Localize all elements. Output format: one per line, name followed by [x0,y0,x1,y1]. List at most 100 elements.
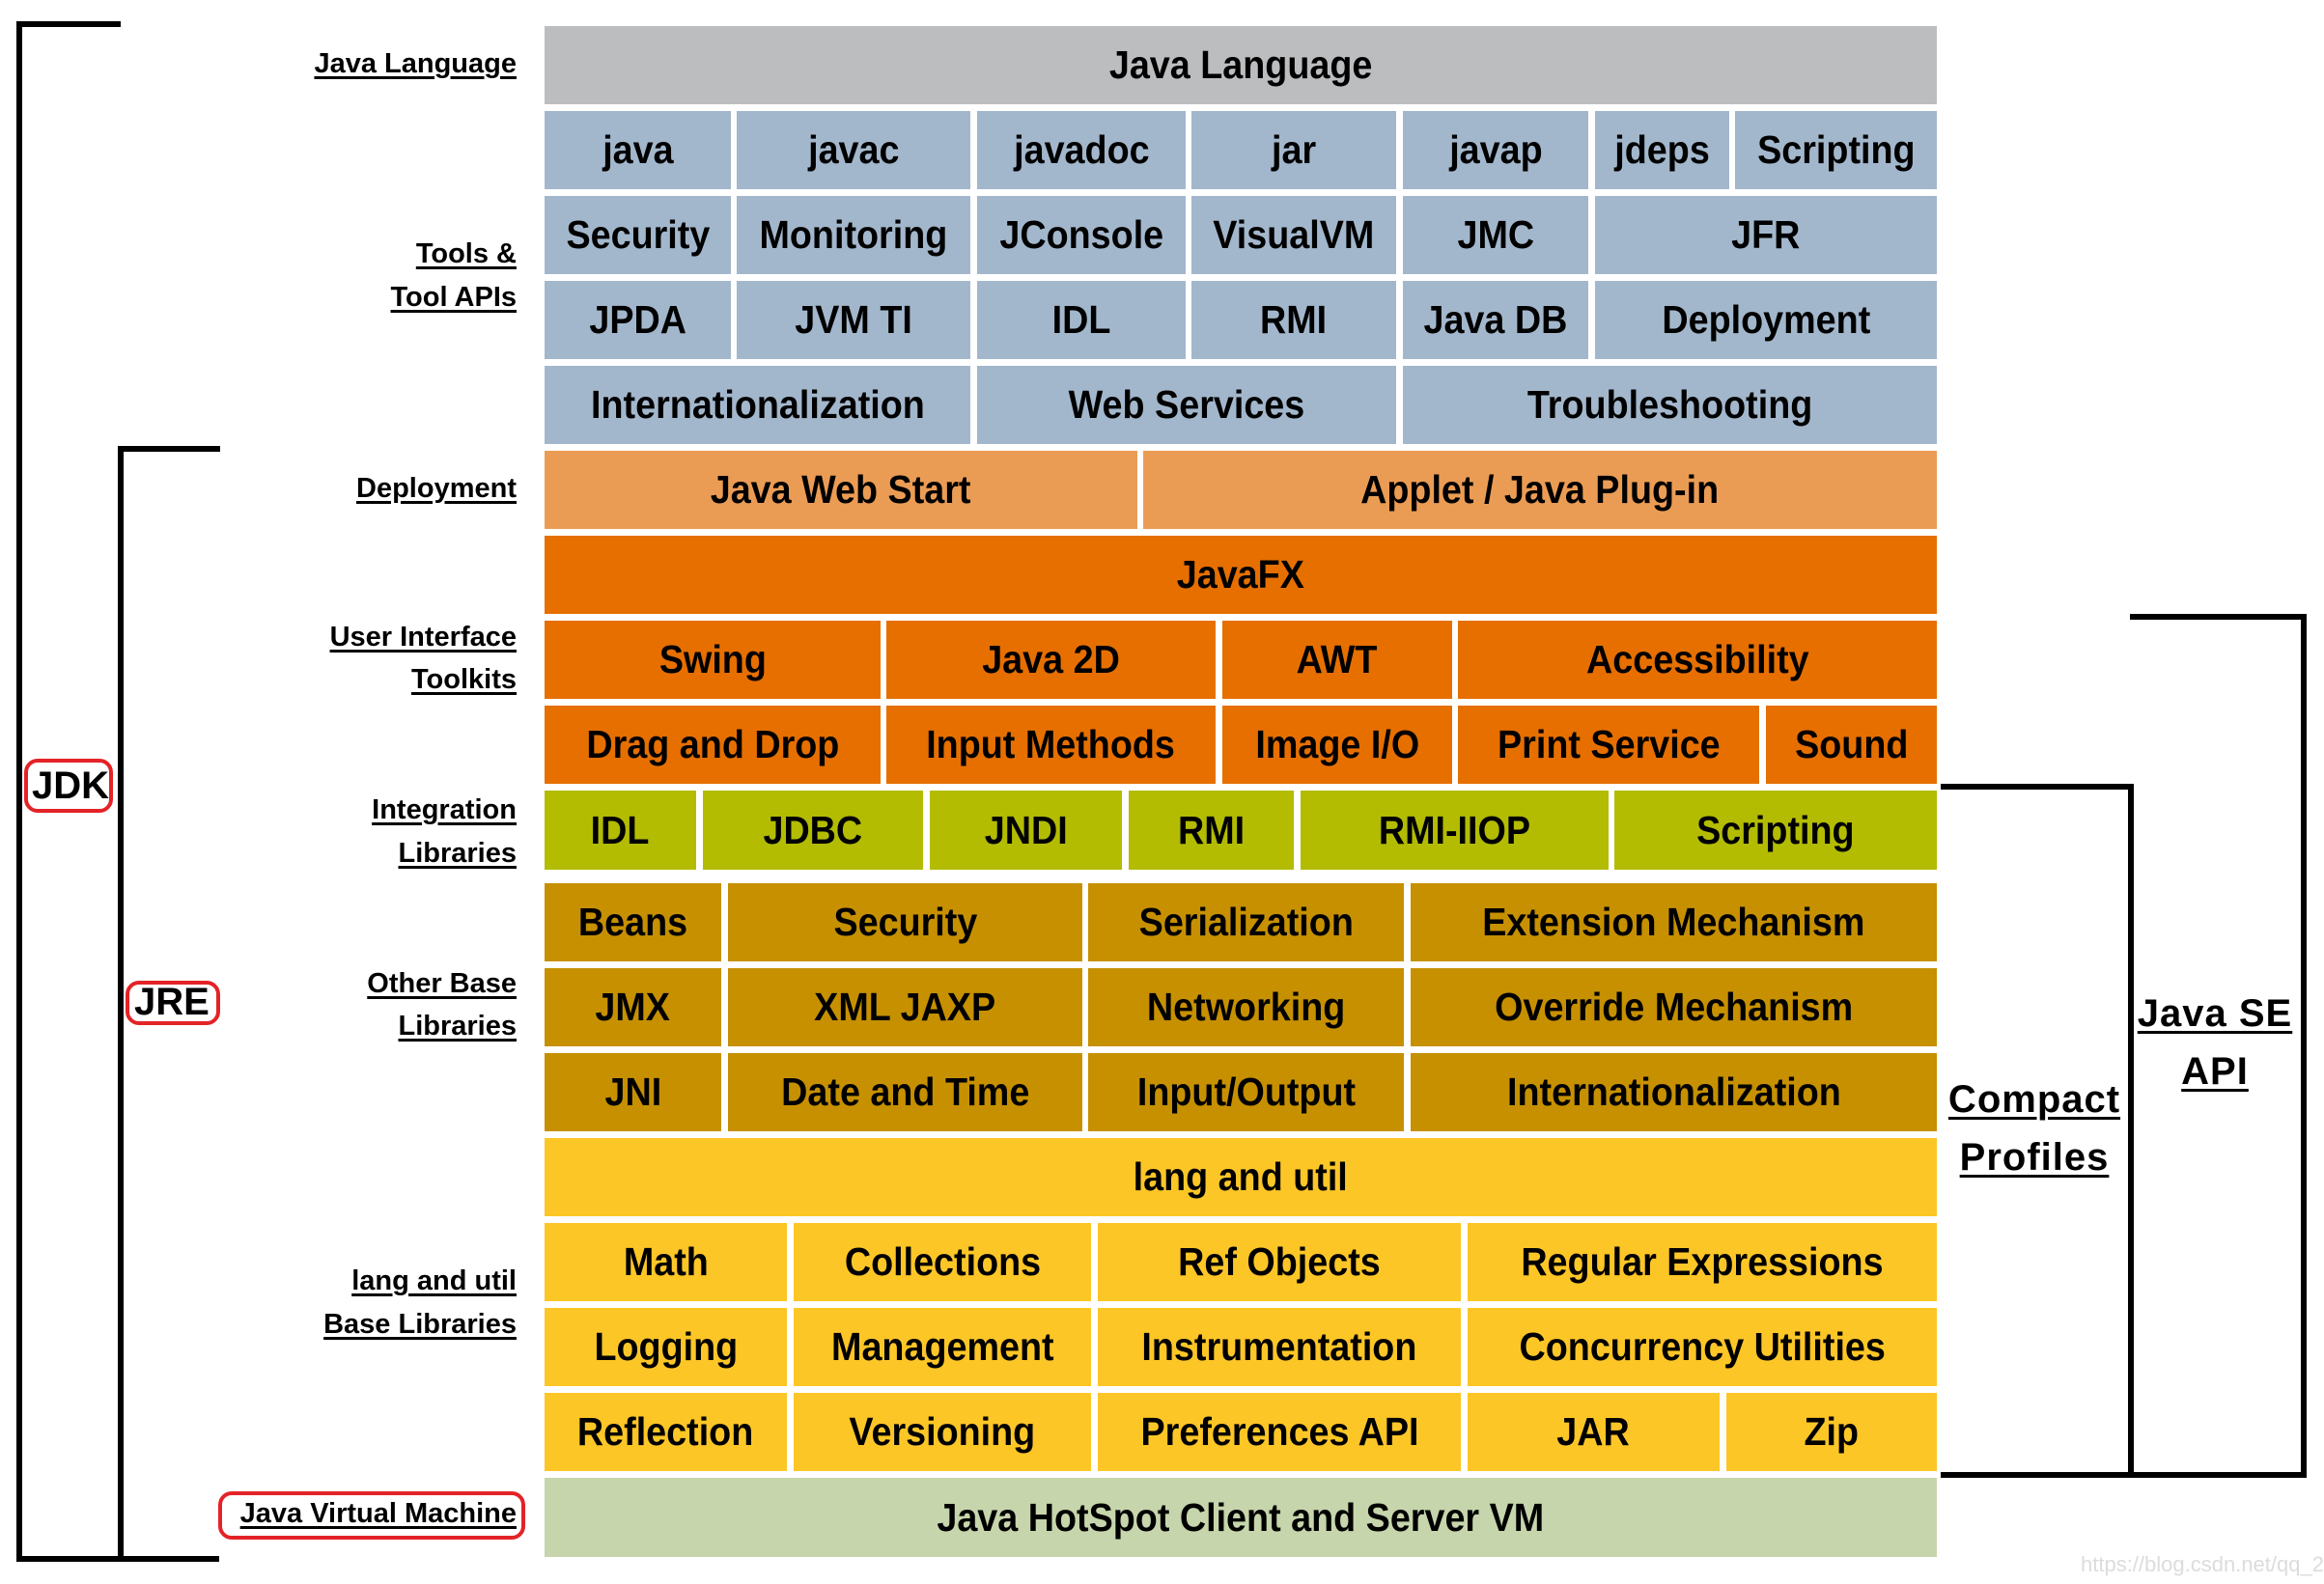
int-jdbc: JDBC [703,791,923,870]
ui-awt-label: AWT [1297,637,1378,681]
tool-visualvm-label: VisualVM [1213,212,1375,257]
tool-rmi: RMI [1191,281,1396,359]
base-date-time: Date and Time [728,1053,1082,1131]
compact-bracket-vertical [2128,784,2134,1478]
tool-javap: javap [1403,111,1588,189]
jvm-hotspot: Java HotSpot Client and Server VM [545,1478,1937,1557]
lang-math-label: Math [623,1239,709,1284]
int-rmi-iiop-label: RMI-IIOP [1378,807,1531,852]
deploy-java-web-start: Java Web Start [545,451,1137,529]
lang-logging: Logging [545,1308,787,1386]
ui-input-methods-label: Input Methods [926,722,1176,766]
ui-dnd-label: Drag and Drop [586,722,839,766]
ui-sound-label: Sound [1794,722,1909,766]
java-se-api-label-1: Java SE [2137,992,2293,1035]
base-xml-jaxp-label: XML JAXP [814,985,996,1029]
lang-ref-objects: Ref Objects [1098,1223,1461,1301]
base-extension-mechanism: Extension Mechanism [1411,883,1937,961]
lang-jar-label: JAR [1556,1409,1631,1454]
tool-java: java [545,111,731,189]
ui-accessibility-label: Accessibility [1585,637,1809,681]
tool-jvmti-label: JVM TI [795,297,912,342]
base-beans: Beans [545,883,721,961]
ui-image-io: Image I/O [1222,706,1452,784]
label-ui-1: User Interface [329,622,517,653]
jre-bracket-top [118,446,220,452]
tool-javadoc-label: javadoc [1013,127,1150,172]
tool-javadb: Java DB [1403,281,1588,359]
int-idl: IDL [545,791,696,870]
tool-idl: IDL [977,281,1186,359]
tool-scripting-label: Scripting [1756,127,1916,172]
jdk-bracket-vertical [16,21,22,1562]
jre-label: JRE [134,981,210,1023]
tool-jpda: JPDA [545,281,731,359]
label-deployment: Deployment [356,473,517,504]
base-jni-label: JNI [604,1070,661,1114]
lang-ref-objects-label: Ref Objects [1178,1239,1381,1284]
base-jmx-label: JMX [595,985,671,1029]
base-override-label: Override Mechanism [1494,985,1854,1029]
label-lang-1: lang and util [351,1265,517,1296]
jdk-label: JDK [32,764,110,807]
tool-web-services: Web Services [977,366,1396,444]
base-serialization: Serialization [1088,883,1404,961]
lang-regex-label: Regular Expressions [1521,1239,1884,1284]
tool-javap-label: javap [1448,127,1543,172]
ui-javafx: JavaFX [545,536,1937,614]
lang-util-header-label: lang and util [1133,1154,1349,1199]
deploy-applet-plugin: Applet / Java Plug-in [1143,451,1937,529]
tool-jdeps-label: jdeps [1614,127,1710,172]
watermark: https://blog.csdn.net/qq_23452385 [2081,1552,2324,1576]
ui-drag-and-drop: Drag and Drop [545,706,881,784]
jvm-hotspot-label: Java HotSpot Client and Server VM [937,1494,1545,1540]
int-rmi-iiop: RMI-IIOP [1301,791,1609,870]
label-ui-2: Toolkits [410,664,517,695]
base-i18n-label: Internationalization [1506,1070,1841,1114]
lang-math: Math [545,1223,787,1301]
tool-jar-label: jar [1271,127,1317,172]
lang-preferences-api: Preferences API [1098,1393,1461,1471]
int-idl-label: IDL [591,807,650,852]
lang-management-label: Management [830,1324,1054,1369]
ui-java2d: Java 2D [886,621,1216,699]
base-io-label: Input/Output [1136,1070,1356,1114]
base-jni: JNI [545,1053,721,1131]
tool-security-label: Security [566,212,710,257]
tool-troubleshooting: Troubleshooting [1403,366,1937,444]
ui-print-service: Print Service [1458,706,1759,784]
int-rmi-label: RMI [1177,807,1246,852]
ui-java2d-label: Java 2D [982,637,1120,681]
ui-print-service-label: Print Service [1497,722,1721,766]
tool-java-label: java [602,127,674,172]
ui-input-methods: Input Methods [886,706,1216,784]
lang-logging-label: Logging [594,1324,738,1369]
lang-versioning-label: Versioning [849,1409,1036,1454]
lang-reflection: Reflection [545,1393,787,1471]
tool-jconsole: JConsole [977,196,1186,274]
tool-idl-label: IDL [1051,297,1111,342]
label-other-1: Other Base [367,968,517,999]
label-jvm: Java Virtual Machine [239,1498,517,1529]
tool-jfr-label: JFR [1731,212,1801,257]
label-integration-2: Libraries [398,838,518,869]
int-rmi: RMI [1129,791,1294,870]
base-date-time-label: Date and Time [780,1070,1030,1114]
base-beans-label: Beans [577,900,688,944]
label-tools-2: Tool APIs [390,282,518,313]
tool-deployment: Deployment [1595,281,1937,359]
base-internationalization: Internationalization [1411,1053,1937,1131]
int-scripting-label: Scripting [1696,807,1855,852]
ui-accessibility: Accessibility [1458,621,1937,699]
label-tools-1: Tools & [415,238,517,269]
lang-preferences-label: Preferences API [1140,1409,1418,1454]
label-lang-2: Base Libraries [323,1309,517,1340]
ui-sound: Sound [1766,706,1937,784]
deploy-applet-label: Applet / Java Plug-in [1360,467,1720,512]
tool-javadb-label: Java DB [1423,297,1568,342]
jre-bracket-vertical [118,446,124,1562]
tool-jmc: JMC [1403,196,1588,274]
label-integration-1: Integration [372,794,517,825]
lang-concurrency-label: Concurrency Utilities [1519,1324,1886,1369]
base-override-mechanism: Override Mechanism [1411,968,1937,1046]
